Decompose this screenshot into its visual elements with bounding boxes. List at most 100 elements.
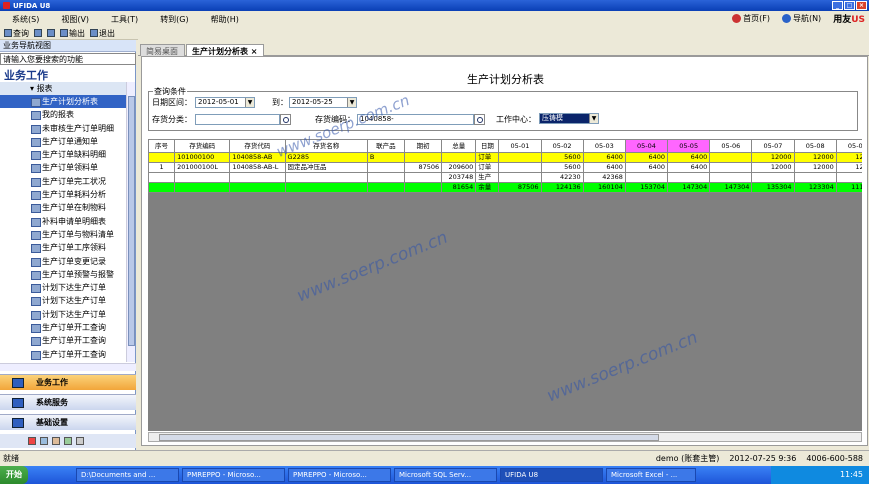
sidebar-item[interactable]: 生产订单与物料清单 <box>0 228 126 241</box>
scroll-thumb[interactable] <box>159 434 659 441</box>
table-cell[interactable]: 101000100 <box>174 152 231 163</box>
table-cell[interactable] <box>229 172 286 183</box>
sidebar-search-input[interactable]: 请输入您要搜索的功能 <box>0 53 136 65</box>
table-row[interactable]: 101000100 1040858-AB G2285 B 订单 5600 6400 6400 6… <box>148 152 862 163</box>
menu-system[interactable]: 系统(S) <box>12 14 39 25</box>
close-button[interactable]: × <box>856 1 867 10</box>
table-cell[interactable]: 201000100L <box>174 162 231 173</box>
table-cell[interactable]: 87506 <box>498 182 542 193</box>
column-header[interactable]: 05-08 <box>793 139 837 153</box>
table-cell[interactable]: 6400 <box>582 152 626 163</box>
sidebar-item[interactable]: 生产订单变更记录 <box>0 255 126 268</box>
table-cell[interactable]: 订单 <box>475 152 500 163</box>
taskbar-item[interactable]: UFIDA U8 <box>500 468 603 482</box>
table-row[interactable]: 203748 生产 42230 42368 <box>148 172 862 183</box>
table-cell[interactable] <box>174 172 231 183</box>
table-cell[interactable]: 6400 <box>667 162 711 173</box>
table-cell[interactable]: 12000 <box>751 162 795 173</box>
column-header[interactable]: 存货名称 <box>284 139 368 153</box>
table-cell[interactable] <box>403 152 443 163</box>
category-field[interactable] <box>195 114 291 125</box>
column-header[interactable]: 05-02 <box>540 139 584 153</box>
chevron-down-icon[interactable]: ▼ <box>347 98 356 107</box>
table-cell[interactable]: 6400 <box>582 162 626 173</box>
table-cell[interactable]: 生产 <box>475 172 500 183</box>
table-cell[interactable]: 12000 <box>751 152 795 163</box>
column-header[interactable]: 存货代码 <box>229 139 286 153</box>
refresh-button[interactable] <box>34 29 42 37</box>
column-header-highlighted[interactable]: 05-05 <box>667 139 711 153</box>
sidebar-item[interactable]: 生产计划分析表 <box>0 95 126 109</box>
sidebar-item[interactable]: 生产订单通知单 <box>0 135 126 148</box>
lookup-search-icon[interactable] <box>280 114 291 125</box>
menu-tools[interactable]: 工具(T) <box>111 14 138 25</box>
table-cell[interactable]: 6400 <box>624 152 669 163</box>
table-cell[interactable] <box>366 162 406 173</box>
table-cell[interactable] <box>284 172 368 183</box>
column-header[interactable]: 期初 <box>403 139 443 153</box>
query-button[interactable]: 查询 <box>4 28 29 39</box>
sidebar-item[interactable]: 计划下达生产订单 <box>0 281 126 294</box>
table-cell[interactable] <box>403 172 443 183</box>
nav-basic-settings[interactable]: 基础设置 <box>0 414 136 430</box>
table-cell[interactable]: 153704 <box>624 182 669 193</box>
table-cell[interactable]: B <box>366 152 406 163</box>
taskbar-item[interactable]: D:\Documents and ... <box>76 468 179 482</box>
scroll-thumb[interactable] <box>128 96 135 346</box>
sidebar-item[interactable]: 生产订单缺料明细 <box>0 148 126 161</box>
menu-goto[interactable]: 转到(G) <box>160 14 188 25</box>
column-header[interactable]: 联产品 <box>366 139 406 153</box>
sidebar-group-reports[interactable]: ▾ 报表 <box>0 82 126 95</box>
sidebar-item[interactable]: 未审核生产订单明细 <box>0 122 126 135</box>
print-button[interactable] <box>47 29 55 37</box>
column-header[interactable]: 05-06 <box>709 139 753 153</box>
shortcut-icon[interactable] <box>52 437 60 445</box>
table-cell[interactable] <box>498 152 542 163</box>
sidebar-scrollbar[interactable] <box>126 82 135 362</box>
table-cell[interactable]: 1 <box>148 162 176 173</box>
menu-view[interactable]: 视图(V) <box>61 14 89 25</box>
table-cell[interactable]: 135304 <box>751 182 795 193</box>
table-cell[interactable]: 123304 <box>793 182 837 193</box>
table-cell[interactable] <box>366 182 406 193</box>
table-cell[interactable]: 6400 <box>624 162 669 173</box>
table-cell[interactable] <box>709 172 753 183</box>
table-cell[interactable] <box>835 172 862 183</box>
table-cell[interactable] <box>441 152 477 163</box>
nav-link[interactable]: 导航(N) <box>781 13 821 24</box>
table-cell[interactable]: 12000 <box>793 162 837 173</box>
date-from-field[interactable]: 2012-05-01 ▼ <box>195 97 255 108</box>
taskbar-item[interactable]: Microsoft Excel - ... <box>606 468 696 482</box>
tab-close-icon[interactable]: × <box>251 47 258 56</box>
column-header[interactable]: 序号 <box>148 139 176 153</box>
table-cell[interactable]: 203748 <box>441 172 477 183</box>
table-cell[interactable]: 6400 <box>667 152 711 163</box>
table-row[interactable]: 81654 余量 87506 124136 160104 153704 147304 1473… <box>148 182 862 193</box>
table-cell[interactable] <box>709 162 753 173</box>
table-cell[interactable] <box>148 182 176 193</box>
sidebar-item[interactable]: 生产订单在制物料 <box>0 201 126 214</box>
table-cell[interactable] <box>403 182 443 193</box>
chevron-down-icon[interactable]: ▼ <box>589 114 598 123</box>
sidebar-item[interactable]: 生产订单开工查询 <box>0 321 126 334</box>
table-cell[interactable]: 147304 <box>667 182 711 193</box>
table-cell[interactable]: 12000 <box>835 162 862 173</box>
table-cell[interactable] <box>498 162 542 173</box>
table-cell[interactable]: 81654 <box>441 182 477 193</box>
shortcut-icon[interactable] <box>28 437 36 445</box>
minimize-button[interactable]: _ <box>832 1 843 10</box>
table-cell[interactable] <box>667 172 711 183</box>
table-cell[interactable]: 12000 <box>793 152 837 163</box>
maximize-button[interactable]: □ <box>844 1 855 10</box>
column-header[interactable]: 05-09 <box>835 139 862 153</box>
table-cell[interactable] <box>366 172 406 183</box>
output-button[interactable]: 输出 <box>60 28 85 39</box>
table-cell[interactable]: 1040858-AB-L <box>229 162 286 173</box>
table-cell[interactable] <box>793 172 837 183</box>
sidebar-item[interactable]: 生产订单开工查询 <box>0 348 126 361</box>
table-cell[interactable]: 147304 <box>709 182 753 193</box>
work-center-select[interactable]: 压铸模 ▼ <box>539 113 599 124</box>
sidebar-item[interactable]: 补料申请单明细表 <box>0 215 126 228</box>
table-cell[interactable]: 124136 <box>540 182 584 193</box>
table-cell[interactable] <box>284 182 368 193</box>
